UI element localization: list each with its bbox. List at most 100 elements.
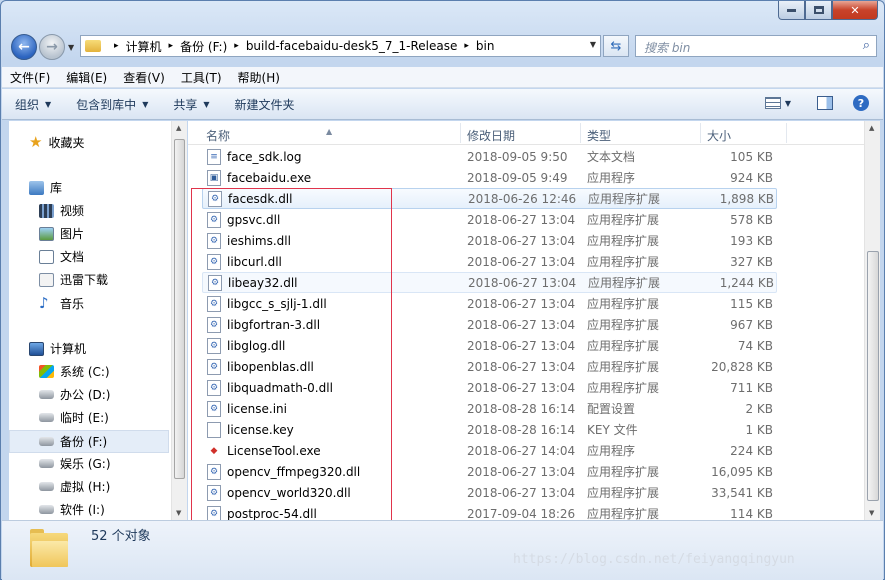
view-mode-icon[interactable] xyxy=(764,97,781,109)
file-type: KEY 文件 xyxy=(587,423,638,437)
sidebar-item-computer[interactable]: 计算机 xyxy=(29,340,86,357)
breadcrumb-separator[interactable]: ▸ xyxy=(234,41,239,51)
forward-button[interactable]: → xyxy=(39,34,65,60)
sidebar-item-favorites[interactable]: ★ 收藏夹 xyxy=(29,133,84,151)
table-row[interactable]: ≡ face_sdk.log 2018-09-05 9:50 文本文档 105 KB xyxy=(202,146,777,167)
breadcrumb-separator[interactable]: ▸ xyxy=(169,41,174,51)
file-size: 1 KB xyxy=(745,422,773,437)
sidebar-item-pictures[interactable]: 图片 xyxy=(39,225,84,242)
file-type: 应用程序扩展 xyxy=(587,318,660,332)
table-row[interactable]: ▣ facebaidu.exe 2018-09-05 9:49 应用程序 924 KB xyxy=(202,167,777,188)
include-library-label: 包含到库中 xyxy=(76,97,137,112)
address-dropdown-icon[interactable]: ▼ xyxy=(590,40,596,49)
back-button[interactable]: ← xyxy=(11,34,37,60)
column-type[interactable]: 类型 xyxy=(587,127,611,144)
sidebar-item-drive-d[interactable]: 办公 (D:) xyxy=(39,386,110,403)
search-icon[interactable]: ⌕ xyxy=(863,38,870,53)
scroll-down-icon[interactable]: ▼ xyxy=(869,509,874,517)
sidebar-label: 虚拟 (H:) xyxy=(60,480,111,494)
address-bar[interactable]: ▸ 计算机 ▸ 备份 (F:) ▸ build-facebaidu-desk5_… xyxy=(80,35,601,57)
breadcrumb-drive[interactable]: 备份 (F:) xyxy=(180,38,227,55)
file-size: 20,828 KB xyxy=(711,359,773,374)
preview-pane-icon[interactable] xyxy=(817,96,833,110)
scroll-down-icon[interactable]: ▼ xyxy=(176,509,181,517)
sidebar-item-drive-h[interactable]: 虚拟 (H:) xyxy=(39,478,110,495)
sidebar-scroll-thumb[interactable] xyxy=(174,139,185,479)
column-date[interactable]: 修改日期 xyxy=(467,127,515,144)
file-size: 967 KB xyxy=(730,317,773,332)
sidebar-label: 视频 xyxy=(60,204,85,218)
sidebar-item-downloads[interactable]: 迅雷下载 xyxy=(39,271,108,288)
menu-help[interactable]: 帮助(H) xyxy=(230,69,288,86)
recent-pages-dropdown[interactable]: ▼ xyxy=(68,43,74,52)
file-type: 应用程序扩展 xyxy=(587,360,660,374)
share-label: 共享 xyxy=(173,97,198,112)
refresh-button[interactable]: ⇆ xyxy=(603,35,629,57)
organize-button[interactable]: 组织 ▼ xyxy=(2,96,63,113)
column-name[interactable]: 名称 xyxy=(206,127,230,144)
sidebar-item-drive-g[interactable]: 娱乐 (G:) xyxy=(39,455,111,472)
scroll-up-icon[interactable]: ▲ xyxy=(869,124,874,132)
menu-tools[interactable]: 工具(T) xyxy=(173,69,230,86)
include-library-button[interactable]: 包含到库中 ▼ xyxy=(63,96,160,113)
sidebar-item-music[interactable]: ♪ 音乐 xyxy=(39,294,84,312)
file-date: 2018-06-27 14:04 xyxy=(467,443,576,458)
view-dropdown-icon[interactable]: ▼ xyxy=(785,99,791,108)
scroll-up-icon[interactable]: ▲ xyxy=(176,124,181,132)
file-type: 配置设置 xyxy=(587,402,636,416)
sidebar-label: 文档 xyxy=(60,250,85,264)
sidebar-item-drive-i[interactable]: 软件 (I:) xyxy=(39,501,105,518)
breadcrumb-separator[interactable]: ▸ xyxy=(464,41,469,51)
library-icon xyxy=(29,180,44,195)
text-file-icon: ≡ xyxy=(207,148,221,165)
file-type: 应用程序 xyxy=(587,444,636,458)
file-type: 文本文档 xyxy=(587,150,636,164)
file-size: 224 KB xyxy=(730,443,773,458)
menu-edit[interactable]: 编辑(E) xyxy=(58,69,115,86)
sidebar-item-drive-f[interactable]: 备份 (F:) xyxy=(9,430,169,453)
column-size[interactable]: 大小 xyxy=(707,127,731,144)
sidebar-label: 收藏夹 xyxy=(48,135,85,150)
file-size: 711 KB xyxy=(730,380,773,395)
breadcrumb-current[interactable]: bin xyxy=(476,39,495,53)
drive-icon xyxy=(39,459,54,468)
file-list-scroll-thumb[interactable] xyxy=(867,251,879,501)
sidebar-item-drive-c[interactable]: 系统 (C:) xyxy=(39,363,110,380)
file-size: 114 KB xyxy=(730,506,773,521)
sidebar-label: 库 xyxy=(50,181,63,195)
sidebar-item-libraries[interactable]: 库 xyxy=(29,179,62,196)
forward-arrow-icon: → xyxy=(46,39,58,55)
close-button[interactable]: ✕ xyxy=(832,1,878,20)
sidebar-item-videos[interactable]: 视频 xyxy=(39,202,84,219)
breadcrumb-folder[interactable]: build-facebaidu-desk5_7_1-Release xyxy=(246,39,458,53)
file-date: 2017-09-04 18:26 xyxy=(467,506,576,521)
share-button[interactable]: 共享 ▼ xyxy=(160,96,221,113)
menu-file[interactable]: 文件(F) xyxy=(2,69,58,86)
back-arrow-icon: ← xyxy=(18,39,30,55)
star-icon: ★ xyxy=(29,133,43,151)
menu-view[interactable]: 查看(V) xyxy=(115,69,173,86)
chevron-down-icon: ▼ xyxy=(142,99,149,109)
menu-bar: 文件(F) 编辑(E) 查看(V) 工具(T) 帮助(H) xyxy=(2,67,883,88)
command-bar: 组织 ▼ 包含到库中 ▼ 共享 ▼ 新建文件夹 ▼ ? xyxy=(2,89,883,120)
breadcrumb-separator[interactable]: ▸ xyxy=(114,41,119,51)
help-icon[interactable]: ? xyxy=(853,95,869,111)
new-folder-button[interactable]: 新建文件夹 xyxy=(222,96,307,113)
status-bar: 52 个对象 xyxy=(2,520,883,580)
file-type: 应用程序扩展 xyxy=(588,192,661,206)
maximize-button[interactable] xyxy=(805,1,832,20)
sidebar-item-drive-e[interactable]: 临时 (E:) xyxy=(39,409,109,426)
minimize-icon xyxy=(787,8,796,12)
minimize-button[interactable] xyxy=(778,1,805,20)
breadcrumb-computer[interactable]: 计算机 xyxy=(126,38,162,55)
annotation-highlight-box xyxy=(191,188,392,522)
file-date: 2018-06-27 13:04 xyxy=(467,233,576,248)
sidebar-scrollbar[interactable]: ▲ ▼ xyxy=(171,121,187,520)
file-list-scrollbar[interactable]: ▲ ▼ xyxy=(864,121,880,520)
object-count: 52 个对象 xyxy=(91,529,151,544)
file-date: 2018-06-27 13:04 xyxy=(467,485,576,500)
video-icon xyxy=(39,203,54,218)
search-input[interactable]: 搜索 bin ⌕ xyxy=(635,35,877,57)
sidebar-item-documents[interactable]: 文档 xyxy=(39,248,84,265)
sidebar-label: 图片 xyxy=(60,227,85,241)
